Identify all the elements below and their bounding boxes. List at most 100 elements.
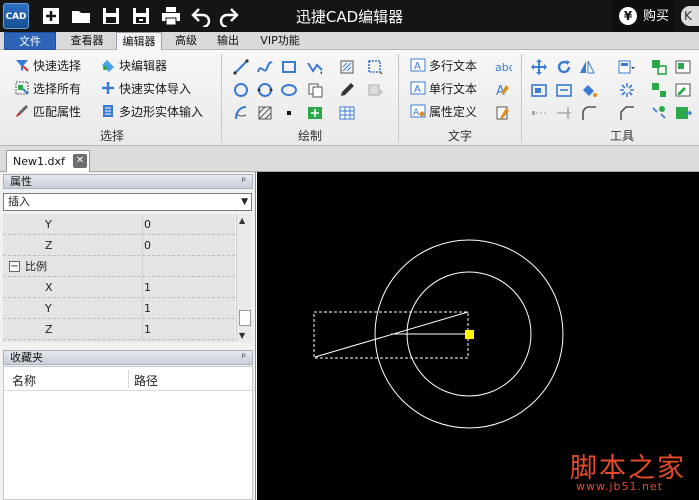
property-grid: Y 0 Z 0 − 比例 X 1 Y 1 Z 1: [3, 214, 235, 342]
tab-editor[interactable]: 编辑器: [116, 32, 162, 51]
redo-icon[interactable]: [218, 5, 240, 29]
polygon-entity-input-button[interactable]: 多边形实体输入: [100, 102, 203, 122]
attribute-definition-button[interactable]: A 属性定义: [410, 102, 477, 122]
mtext-icon: A: [410, 57, 426, 73]
quick-import-icon: [100, 80, 116, 96]
table-icon[interactable]: [338, 104, 356, 122]
hatch-fill-icon[interactable]: [256, 104, 274, 122]
property-section-label: 比例: [25, 260, 47, 273]
arc-icon[interactable]: [232, 104, 250, 122]
tab-advanced[interactable]: 高级: [168, 32, 204, 50]
undo-icon[interactable]: [190, 5, 212, 29]
block-edit-icon[interactable]: [674, 81, 692, 99]
layer-disabled-icon[interactable]: [366, 81, 384, 99]
quick-entity-import-button[interactable]: 快速实体导入: [100, 79, 191, 99]
scale-icon[interactable]: [530, 81, 548, 99]
layer-dropdown-icon[interactable]: [618, 58, 636, 76]
insertion-grip[interactable]: [465, 330, 474, 339]
ribbon-tab-bar: 文件 查看器 编辑器 高级 输出 VIP功能: [0, 32, 699, 51]
scroll-up-icon[interactable]: ▲: [239, 216, 245, 225]
trim-icon[interactable]: [555, 104, 573, 122]
explode-icon[interactable]: [618, 81, 636, 99]
print-icon[interactable]: [160, 5, 182, 27]
column-header-name[interactable]: 名称: [12, 372, 36, 389]
property-value: 1: [144, 323, 151, 336]
property-row[interactable]: Y 0: [3, 214, 235, 235]
spline-icon[interactable]: [256, 58, 274, 76]
multiline-text-button[interactable]: A 多行文本: [410, 56, 477, 76]
property-row[interactable]: Y 1: [3, 298, 235, 319]
scroll-thumb[interactable]: [239, 310, 251, 326]
tab-vip[interactable]: VIP功能: [252, 32, 308, 50]
object-type-value: 插入: [8, 195, 30, 208]
rectangle-icon[interactable]: [280, 58, 298, 76]
property-value: 0: [144, 218, 151, 231]
circle-3p-icon[interactable]: [256, 81, 274, 99]
close-icon[interactable]: ✕: [73, 154, 87, 168]
group-label-text: 文字: [447, 129, 472, 143]
block-editor-button[interactable]: 块编辑器: [100, 56, 167, 76]
properties-title: 属性: [10, 175, 32, 188]
block-save-icon[interactable]: [674, 104, 692, 122]
quick-select-icon: [14, 57, 30, 73]
chamfer-icon[interactable]: [618, 104, 636, 122]
property-row[interactable]: Z 0: [3, 235, 235, 256]
quick-select-button[interactable]: 快速选择: [14, 56, 81, 76]
polyline-icon[interactable]: [306, 58, 324, 76]
select-all-button[interactable]: 选择所有: [14, 79, 81, 99]
stretch-icon[interactable]: [555, 81, 573, 99]
property-scrollbar[interactable]: ▲ ▼: [236, 214, 252, 342]
group-icon[interactable]: [650, 58, 668, 76]
distance-icon[interactable]: [530, 104, 548, 122]
properties-panel-header: 属性 ᵖ: [3, 174, 253, 189]
property-value: 0: [144, 239, 151, 252]
favorites-list[interactable]: 名称 路径: [3, 366, 253, 500]
object-type-select[interactable]: 插入 ▼: [3, 193, 252, 211]
image-icon[interactable]: [306, 104, 324, 122]
point-icon[interactable]: [280, 104, 298, 122]
text-style-icon[interactable]: abc: [494, 58, 512, 76]
pin-icon[interactable]: ᵖ: [242, 175, 246, 189]
ungroup-icon[interactable]: [650, 81, 668, 99]
property-section-scale[interactable]: − 比例: [3, 256, 235, 277]
copy-icon[interactable]: [306, 81, 324, 99]
tab-viewer[interactable]: 查看器: [64, 32, 110, 50]
document-tab-strip: New1.dxf ✕: [0, 146, 699, 172]
rotate-icon[interactable]: [555, 58, 573, 76]
pen-icon[interactable]: [338, 81, 356, 99]
property-row[interactable]: Z 1: [3, 319, 235, 340]
single-line-text-button[interactable]: A 单行文本: [410, 79, 477, 99]
pin-icon[interactable]: ᵖ: [242, 351, 246, 365]
text-edit-icon[interactable]: A: [494, 81, 512, 99]
new-file-icon[interactable]: [40, 5, 62, 27]
select-all-label: 选择所有: [33, 82, 82, 96]
scroll-down-icon[interactable]: ▼: [239, 331, 245, 340]
tab-file[interactable]: 文件: [4, 32, 56, 50]
tab-output[interactable]: 输出: [210, 32, 246, 50]
color-fill-icon[interactable]: [580, 81, 598, 99]
region-icon[interactable]: [366, 58, 384, 76]
attribute-definition-label: 属性定义: [429, 105, 478, 119]
open-folder-icon[interactable]: [70, 5, 92, 27]
save-icon[interactable]: [100, 5, 122, 27]
single-line-text-label: 单行文本: [429, 82, 478, 96]
user-avatar[interactable]: K: [681, 6, 699, 26]
match-properties-button[interactable]: 匹配属性: [14, 102, 81, 122]
buy-button[interactable]: ¥ 购买: [612, 0, 674, 32]
hatch-icon[interactable]: [338, 58, 356, 76]
favorites-column-headers: 名称 路径: [4, 367, 252, 391]
save-as-icon[interactable]: [130, 5, 152, 27]
property-row[interactable]: X 1: [3, 277, 235, 298]
document-tab[interactable]: New1.dxf ✕: [6, 150, 90, 172]
column-header-path[interactable]: 路径: [134, 372, 158, 389]
explode-block-icon[interactable]: [650, 104, 668, 122]
fillet-icon[interactable]: [580, 104, 598, 122]
block-editor-icon: [100, 57, 116, 73]
pencil-icon[interactable]: [494, 104, 512, 122]
mirror-icon[interactable]: [578, 58, 596, 76]
ellipse-icon[interactable]: [280, 81, 298, 99]
move-icon[interactable]: [530, 58, 548, 76]
line-icon[interactable]: [232, 58, 250, 76]
circle-icon[interactable]: [232, 81, 250, 99]
block-insert-icon[interactable]: [674, 58, 692, 76]
